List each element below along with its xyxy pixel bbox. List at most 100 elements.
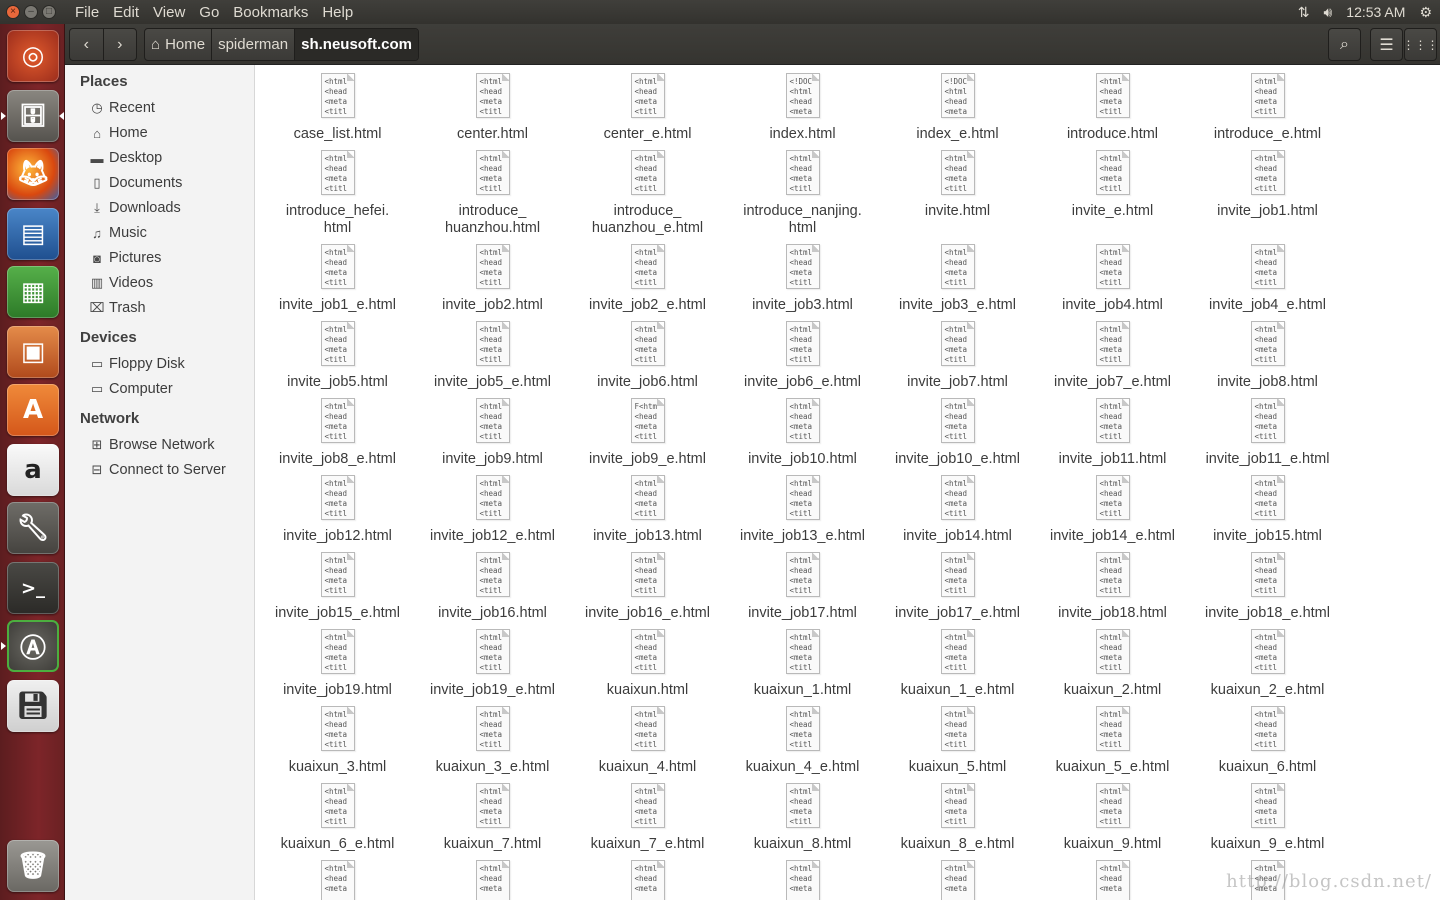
file-item[interactable]: <html <head <meta <titl introduce_nanjing… [725, 150, 880, 237]
menu-bookmarks[interactable]: Bookmarks [226, 4, 315, 21]
terminal-launcher-button[interactable]: >_ [7, 562, 59, 614]
sidebar-item-pictures[interactable]: ◙ Pictures [89, 250, 161, 266]
file-item[interactable]: <html <head <meta <titl kuaixun_9_e.html [1190, 783, 1345, 853]
file-item[interactable]: <html <head <meta <titl invite_job11.html [1035, 398, 1190, 468]
file-item[interactable]: <html <head <meta <titl invite_job16_e.ht… [570, 552, 725, 622]
file-item[interactable]: <html <head <meta <titl invite_job12.html [260, 475, 415, 545]
trash-launcher-button[interactable]: 🗑︎ [7, 840, 59, 892]
file-item[interactable]: <html <head <meta <titl invite_job4_e.htm… [1190, 244, 1345, 314]
file-item[interactable]: <html <head <meta <titl kuaixun_6.html [1190, 706, 1345, 776]
sidebar-item-browse-network[interactable]: ⊞ Browse Network [89, 437, 215, 453]
file-item[interactable]: <html <head <meta <titl invite_job1.html [1190, 150, 1345, 220]
floppy-launcher-button[interactable]: 💾︎ [7, 680, 59, 732]
file-item[interactable]: <html <head <meta [570, 860, 725, 900]
sidebar-item-trash[interactable]: ⌧ Trash [89, 300, 146, 316]
back-button[interactable]: ‹ [70, 29, 104, 60]
firefox-launcher-button[interactable]: 🦊︎ [7, 148, 59, 200]
file-item[interactable]: <!DOC <html <head <meta index_e.html [880, 73, 1035, 143]
file-item[interactable]: <html <head <meta <titl invite_job10_e.ht… [880, 398, 1035, 468]
view-grid-button[interactable]: ⋮⋮⋮ [1403, 28, 1439, 61]
file-item[interactable]: <html <head <meta <titl invite_job18.html [1035, 552, 1190, 622]
file-item[interactable]: <html <head <meta <titl introduce_ huanzh… [570, 150, 725, 237]
sidebar-item-desktop[interactable]: ▬ Desktop [89, 150, 163, 166]
file-item[interactable]: <html <head <meta <titl invite_job6_e.htm… [725, 321, 880, 391]
writer-launcher-button[interactable]: ▤ [7, 208, 59, 260]
file-item[interactable]: <html <head <meta [260, 860, 415, 900]
clock[interactable]: 12:53 AM [1346, 4, 1405, 20]
minimize-window-button[interactable]: – [24, 5, 38, 19]
file-item[interactable]: <html <head <meta <titl introduce.html [1035, 73, 1190, 143]
file-item[interactable]: <html <head <meta <titl kuaixun_1_e.html [880, 629, 1035, 699]
file-item[interactable]: <html <head <meta <titl invite_job13_e.ht… [725, 475, 880, 545]
file-item[interactable]: <html <head <meta <titl kuaixun_4.html [570, 706, 725, 776]
file-item[interactable]: <html <head <meta <titl invite_job17.html [725, 552, 880, 622]
file-item[interactable]: <html <head <meta [725, 860, 880, 900]
file-item[interactable]: <html <head <meta <titl introduce_ huanzh… [415, 150, 570, 237]
gear-icon[interactable]: ⚙ [1419, 4, 1432, 21]
sidebar-item-downloads[interactable]: ⤓ Downloads [89, 200, 181, 216]
file-item[interactable]: <html <head <meta <titl invite_job14_e.ht… [1035, 475, 1190, 545]
dash-home-button[interactable]: ◎ [7, 30, 59, 82]
file-item[interactable]: <html <head <meta <titl invite_job9.html [415, 398, 570, 468]
file-item[interactable]: <html <head <meta <titl kuaixun_7_e.html [570, 783, 725, 853]
file-item[interactable]: <html <head <meta [1035, 860, 1190, 900]
file-item[interactable]: <html <head <meta <titl invite_job19_e.ht… [415, 629, 570, 699]
file-item[interactable]: <html <head <meta <titl invite_job4.html [1035, 244, 1190, 314]
file-item[interactable]: <html <head <meta <titl invite_job18_e.ht… [1190, 552, 1345, 622]
file-item[interactable]: <html <head <meta <titl kuaixun_8.html [725, 783, 880, 853]
file-item[interactable]: <html <head <meta [880, 860, 1035, 900]
menu-file[interactable]: File [68, 4, 106, 21]
sidebar-item-floppy-disk[interactable]: ▭ Floppy Disk [89, 356, 185, 372]
file-item[interactable]: <html <head <meta <titl kuaixun_3.html [260, 706, 415, 776]
software-center-launcher-button[interactable]: A [7, 384, 59, 436]
volume-icon[interactable]: 🔊︎ [1323, 4, 1332, 21]
system-settings-launcher-button[interactable]: 🔧︎ [7, 502, 59, 554]
file-item[interactable]: <html <head <meta <titl invite_job7.html [880, 321, 1035, 391]
sidebar-item-connect-to-server[interactable]: ⊟ Connect to Server [89, 462, 226, 478]
impress-launcher-button[interactable]: ▣ [7, 326, 59, 378]
file-item[interactable]: <html <head <meta <titl invite_job3_e.htm… [880, 244, 1035, 314]
software-updater-launcher-button[interactable]: Ⓐ [7, 620, 59, 672]
file-item[interactable]: <html <head <meta <titl kuaixun_4_e.html [725, 706, 880, 776]
file-item[interactable]: <html <head <meta <titl introduce_e.html [1190, 73, 1345, 143]
menu-help[interactable]: Help [315, 4, 360, 21]
file-item[interactable]: <html <head <meta <titl kuaixun_1.html [725, 629, 880, 699]
file-item[interactable]: <html <head <meta <titl invite_job6.html [570, 321, 725, 391]
file-item[interactable]: <html <head <meta <titl invite_job7_e.htm… [1035, 321, 1190, 391]
menu-button[interactable]: ☰ [1370, 28, 1403, 61]
menu-edit[interactable]: Edit [106, 4, 146, 21]
file-item[interactable]: <html <head <meta <titl invite_job10.html [725, 398, 880, 468]
menu-go[interactable]: Go [192, 4, 226, 21]
file-item[interactable]: <html <head <meta <titl invite_job12_e.ht… [415, 475, 570, 545]
file-item[interactable]: <html <head <meta <titl invite_job2.html [415, 244, 570, 314]
file-item[interactable]: <html <head <meta <titl invite_job15.html [1190, 475, 1345, 545]
file-item[interactable]: <html <head <meta <titl center_e.html [570, 73, 725, 143]
file-item[interactable]: <html <head <meta <titl kuaixun_2_e.html [1190, 629, 1345, 699]
file-item[interactable]: <html <head <meta <titl invite_job13.html [570, 475, 725, 545]
file-item[interactable]: <html <head <meta <titl invite_job1_e.htm… [260, 244, 415, 314]
file-item[interactable]: <html <head <meta <titl kuaixun_2.html [1035, 629, 1190, 699]
file-item[interactable]: <html <head <meta <titl kuaixun_5.html [880, 706, 1035, 776]
breadcrumb-current[interactable]: sh.neusoft.com [295, 29, 418, 60]
file-item[interactable]: <html <head <meta <titl kuaixun_7.html [415, 783, 570, 853]
file-item[interactable]: <html <head <meta <titl kuaixun_5_e.html [1035, 706, 1190, 776]
sidebar-item-home[interactable]: ⌂ Home [89, 125, 148, 141]
network-transfer-icon[interactable]: ⇅ [1298, 4, 1310, 21]
file-item[interactable]: <html <head <meta <titl invite_job2_e.htm… [570, 244, 725, 314]
file-item[interactable]: <html <head <meta <titl invite.html [880, 150, 1035, 220]
file-item[interactable]: <html <head <meta <titl invite_job14.html [880, 475, 1035, 545]
file-item[interactable]: <html <head <meta <titl invite_job3.html [725, 244, 880, 314]
file-item[interactable]: <html <head <meta <titl invite_job8.html [1190, 321, 1345, 391]
file-item[interactable]: <html <head <meta <titl invite_job15_e.ht… [260, 552, 415, 622]
file-item[interactable]: <html <head <meta <titl kuaixun.html [570, 629, 725, 699]
file-item[interactable]: <html <head <meta <titl kuaixun_9.html [1035, 783, 1190, 853]
file-item[interactable]: F<htm <head <meta <titl invite_job9_e.htm… [570, 398, 725, 468]
file-item[interactable]: <html <head <meta <titl invite_job5.html [260, 321, 415, 391]
close-window-button[interactable]: × [6, 5, 20, 19]
file-item[interactable]: <!DOC <html <head <meta index.html [725, 73, 880, 143]
file-item[interactable]: <html <head <meta <titl invite_job11_e.ht… [1190, 398, 1345, 468]
files-launcher-button[interactable]: 🗄︎ [7, 90, 59, 142]
sidebar-item-computer[interactable]: ▭ Computer [89, 381, 173, 397]
file-item[interactable]: <html <head <meta <titl invite_job19.html [260, 629, 415, 699]
file-item[interactable]: <html <head <meta <titl kuaixun_8_e.html [880, 783, 1035, 853]
